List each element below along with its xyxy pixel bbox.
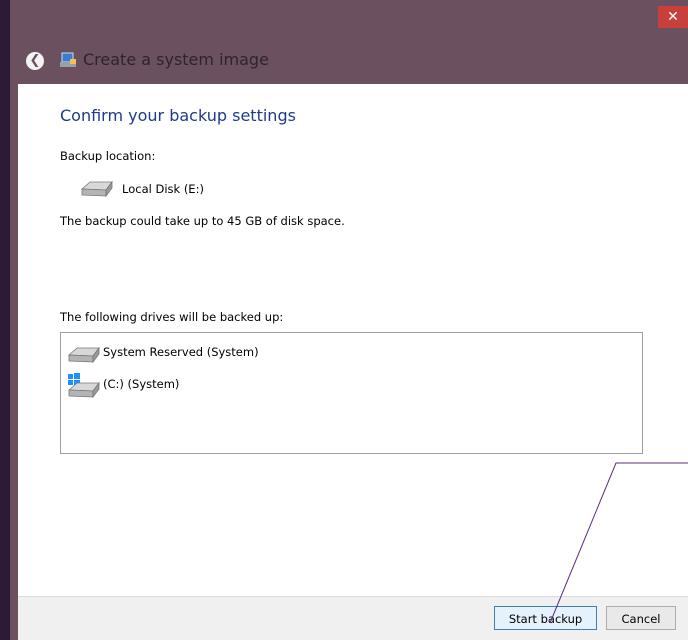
window-title: Create a system image — [83, 50, 269, 69]
navigation-bar: ❮ Create a system image — [10, 38, 688, 84]
backup-location-label: Backup location: — [60, 149, 156, 163]
close-button[interactable]: ✕ — [658, 6, 688, 28]
drives-list-label: The following drives will be backed up: — [60, 310, 284, 324]
title-bar: ✕ — [10, 0, 688, 38]
drive-name: (C:) (System) — [103, 377, 180, 391]
backup-location-name: Local Disk (E:) — [122, 182, 204, 196]
windows-drive-icon — [67, 373, 100, 399]
drives-list[interactable]: System Reserved (System) (C:) (System) — [60, 332, 643, 454]
page-heading: Confirm your backup settings — [60, 106, 296, 125]
hard-drive-icon — [80, 180, 113, 198]
system-image-app-icon — [60, 52, 76, 67]
hard-drive-icon — [67, 346, 100, 364]
dialog-footer: Start backup Cancel — [18, 596, 688, 640]
start-backup-button[interactable]: Start backup — [494, 606, 597, 630]
content-panel: Confirm your backup settings Backup loca… — [18, 84, 688, 596]
create-system-image-window: ✕ ❮ Create a system image Confirm your b… — [10, 0, 688, 640]
cancel-button[interactable]: Cancel — [606, 606, 676, 630]
disk-space-note: The backup could take up to 45 GB of dis… — [60, 214, 345, 228]
back-button[interactable]: ❮ — [26, 52, 44, 70]
drive-name: System Reserved (System) — [103, 345, 259, 359]
